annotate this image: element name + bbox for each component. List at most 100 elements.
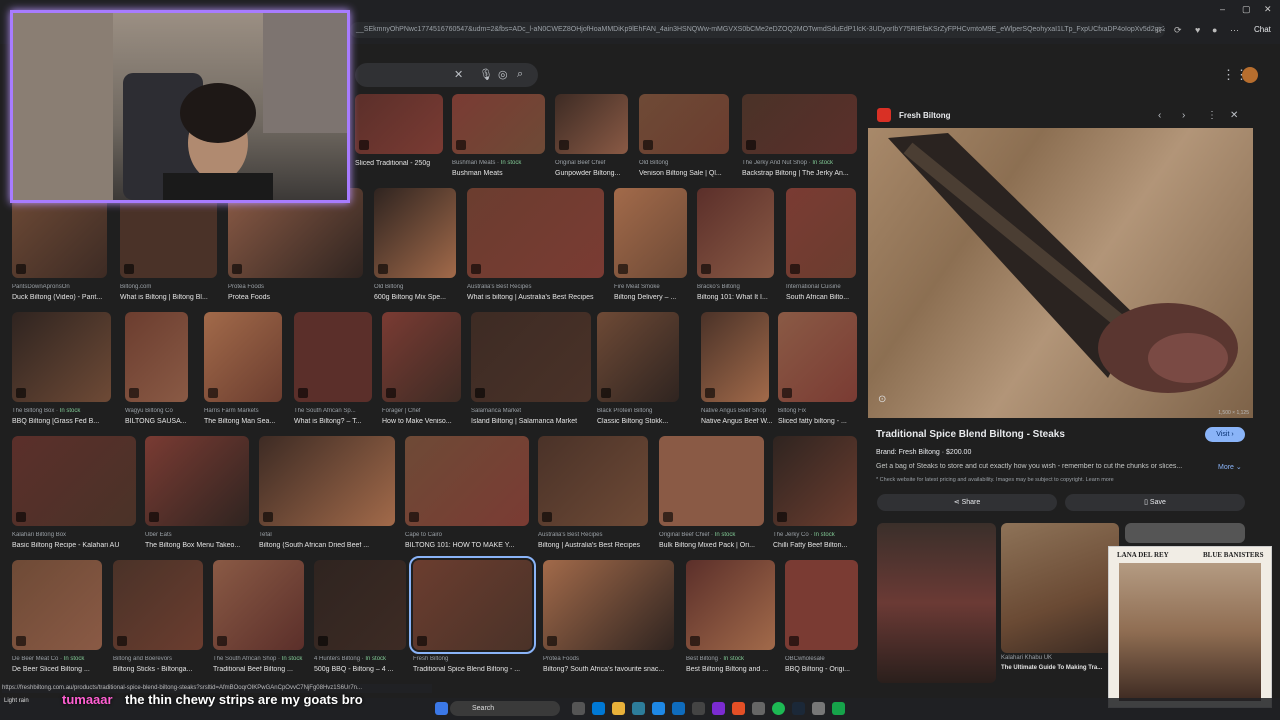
- search-icon[interactable]: ⌕: [517, 68, 523, 81]
- image-result[interactable]: [113, 560, 203, 650]
- result-caption[interactable]: Best Biltong Biltong and ...: [686, 666, 785, 673]
- image-result[interactable]: [452, 94, 545, 154]
- image-result[interactable]: [12, 436, 136, 526]
- image-result[interactable]: [382, 312, 461, 402]
- result-caption[interactable]: What is biltong | Australia's Best Recip…: [467, 294, 614, 301]
- result-caption[interactable]: Basic Biltong Recipe - Kalahari AU: [12, 542, 146, 549]
- result-caption[interactable]: How to Make Veniso...: [382, 418, 471, 425]
- image-result[interactable]: [12, 312, 111, 402]
- chevron-left-icon[interactable]: ‹: [1158, 110, 1161, 121]
- image-result[interactable]: [773, 436, 857, 526]
- result-caption[interactable]: BILTONG SAUSA...: [125, 418, 198, 425]
- lens-icon[interactable]: ◎: [498, 68, 508, 81]
- image-result[interactable]: [467, 188, 604, 278]
- result-caption[interactable]: Biltong Delivery – ...: [614, 294, 697, 301]
- result-caption[interactable]: The Biltong Box Menu Takeo...: [145, 542, 259, 549]
- image-result[interactable]: [614, 188, 687, 278]
- result-caption[interactable]: What is Biltong | Biltong Bl...: [120, 294, 227, 301]
- image-result[interactable]: [409, 556, 536, 654]
- image-result[interactable]: [204, 312, 282, 402]
- obs-icon[interactable]: [712, 702, 725, 715]
- chevron-right-icon[interactable]: ›: [1182, 110, 1185, 121]
- app-icon[interactable]: [692, 702, 705, 715]
- result-caption[interactable]: Venison Biltong Sale | Ql...: [639, 170, 739, 177]
- mail-icon[interactable]: [672, 702, 685, 715]
- result-caption[interactable]: Biltong 101: What It I...: [697, 294, 784, 301]
- result-caption[interactable]: Native Angus Beef W...: [701, 418, 779, 425]
- lens-icon[interactable]: ⊙: [878, 394, 886, 405]
- related-image[interactable]: [877, 523, 996, 683]
- taskbar-search[interactable]: Search: [450, 701, 560, 716]
- image-result[interactable]: [697, 188, 774, 278]
- result-caption[interactable]: Biltong? South Africa's favourite snac..…: [543, 666, 684, 673]
- result-caption[interactable]: What is Biltong? – T...: [294, 418, 382, 425]
- image-result[interactable]: [597, 312, 679, 402]
- result-caption[interactable]: Classic Biltong Stokk...: [597, 418, 689, 425]
- result-caption[interactable]: Biltong (South African Dried Beef ...: [259, 542, 405, 549]
- image-result[interactable]: [778, 312, 857, 402]
- image-result[interactable]: [259, 436, 395, 526]
- result-caption[interactable]: Protea Foods: [228, 294, 373, 301]
- close-icon[interactable]: ✕: [1230, 110, 1238, 121]
- result-caption[interactable]: 600g Biltong Mix Spe...: [374, 294, 466, 301]
- more-link[interactable]: More ⌄: [1218, 463, 1242, 471]
- panel-source-name[interactable]: Fresh Biltong: [899, 111, 951, 120]
- browser-icon[interactable]: [632, 702, 645, 715]
- favorites-icon[interactable]: ♥: [1195, 25, 1200, 35]
- app-icon[interactable]: [832, 702, 845, 715]
- image-result[interactable]: [12, 560, 102, 650]
- task-view-icon[interactable]: [572, 702, 585, 715]
- close-window-icon[interactable]: ✕: [1264, 4, 1272, 15]
- search-box[interactable]: [355, 63, 538, 87]
- close-icon[interactable]: ✕: [454, 68, 463, 81]
- result-caption[interactable]: Sliced fatty biltong - ...: [778, 418, 867, 425]
- copilot-chat-button[interactable]: Chat: [1254, 25, 1271, 34]
- panel-title[interactable]: Traditional Spice Blend Biltong - Steaks: [876, 429, 1065, 440]
- edge-icon[interactable]: [592, 702, 605, 715]
- result-caption[interactable]: BBQ Biltong - Origi...: [785, 666, 868, 673]
- spotify-icon[interactable]: [772, 702, 785, 715]
- image-result[interactable]: [405, 436, 529, 526]
- store-icon[interactable]: [652, 702, 665, 715]
- result-caption[interactable]: Duck Biltong (Video) - Pant...: [12, 294, 117, 301]
- result-caption[interactable]: Biltong Sticks - Biltonga...: [113, 666, 213, 673]
- image-result[interactable]: [355, 94, 443, 154]
- more-vert-icon[interactable]: ⋮: [1207, 110, 1217, 121]
- result-caption[interactable]: Biltong | Australia's Best Recipes: [538, 542, 658, 549]
- result-caption[interactable]: The Biltong Man Sea...: [204, 418, 292, 425]
- result-caption[interactable]: Traditional Beef Biltong ...: [213, 666, 314, 673]
- result-caption[interactable]: Island Biltong | Salamanca Market: [471, 418, 601, 425]
- image-result[interactable]: [742, 94, 857, 154]
- image-result[interactable]: [314, 560, 406, 650]
- image-result[interactable]: [659, 436, 764, 526]
- windows-start-icon[interactable]: [435, 702, 448, 715]
- result-caption[interactable]: De Beer Sliced Biltong ...: [12, 666, 112, 673]
- avatar[interactable]: [1242, 67, 1258, 83]
- image-result[interactable]: [785, 560, 858, 650]
- maximize-icon[interactable]: ▢: [1242, 4, 1251, 15]
- image-result[interactable]: [555, 94, 628, 154]
- image-result[interactable]: [639, 94, 729, 154]
- result-caption[interactable]: Traditional Spice Blend Biltong - ...: [413, 666, 542, 673]
- bookmark-star-icon[interactable]: ☆: [1155, 25, 1163, 36]
- result-caption[interactable]: Backstrap Biltong | The Jerky An...: [742, 170, 867, 177]
- image-result[interactable]: [701, 312, 769, 402]
- mic-icon[interactable]: 🎙: [479, 68, 493, 81]
- steam-icon[interactable]: [792, 702, 805, 715]
- image-result[interactable]: [374, 188, 456, 278]
- result-caption[interactable]: South African Bilto...: [786, 294, 866, 301]
- image-result[interactable]: [213, 560, 304, 650]
- weather-widget[interactable]: Light rain: [4, 698, 29, 704]
- share-button[interactable]: ⋖ Share: [877, 494, 1057, 511]
- image-result[interactable]: [125, 312, 188, 402]
- visit-button[interactable]: Visit ›: [1205, 427, 1245, 442]
- image-result[interactable]: [471, 312, 591, 402]
- result-caption[interactable]: Sliced Traditional - 250g: [355, 160, 453, 167]
- app-icon[interactable]: [732, 702, 745, 715]
- image-result[interactable]: [786, 188, 856, 278]
- result-caption[interactable]: Bushman Meats: [452, 170, 555, 177]
- profile-icon[interactable]: ●: [1212, 25, 1217, 35]
- result-caption[interactable]: Gunpowder Biltong...: [555, 170, 638, 177]
- result-caption[interactable]: BBQ Biltong [Grass Fed B...: [12, 418, 121, 425]
- minimize-icon[interactable]: –: [1220, 4, 1225, 14]
